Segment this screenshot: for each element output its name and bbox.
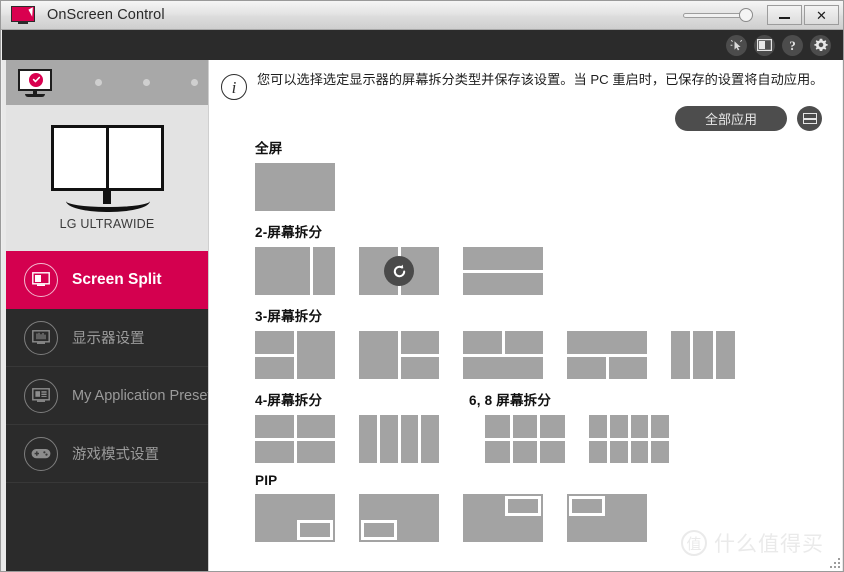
monitor-slot-dot[interactable] [143, 79, 150, 86]
save-icon[interactable] [797, 106, 822, 131]
monitor-selected-icon[interactable] [18, 68, 54, 97]
minimize-button[interactable] [767, 5, 802, 25]
title-bar-controls: ✕ [683, 1, 843, 29]
apply-actions: 全部应用 [209, 106, 842, 131]
layout-option-4split-grid[interactable] [255, 415, 335, 463]
layout-option-pip-top-right[interactable] [463, 494, 543, 542]
screen-split-icon [24, 262, 58, 297]
info-banner: i 您可以选择选定显示器的屏幕拆分类型并保存该设置。当 PC 重启时，已保存的设… [209, 60, 842, 100]
sidebar-item-label: My Application Preset [72, 387, 212, 404]
layout-option-3split-c[interactable] [463, 331, 543, 379]
window-title: OnScreen Control [47, 7, 165, 23]
layout-option-8split-grid[interactable] [589, 415, 669, 463]
info-icon: i [221, 74, 247, 100]
main-content: i 您可以选择选定显示器的屏幕拆分类型并保存该设置。当 PC 重启时，已保存的设… [208, 60, 842, 571]
layout-option-3split-b[interactable] [359, 331, 439, 379]
opacity-slider[interactable] [683, 5, 757, 25]
layout-option-pip-top-left[interactable] [567, 494, 647, 542]
section-title: 2-屏幕拆分 [255, 225, 323, 240]
monitor-settings-icon [24, 320, 58, 355]
section-fullscreen: 全屏 [255, 137, 842, 211]
thumb-row [255, 331, 842, 379]
pointer-capture-icon[interactable] [726, 34, 747, 56]
rotate-icon[interactable] [384, 256, 414, 286]
section-four-and-six-eight-split: 4-屏幕拆分 6, 8 屏幕拆分 [255, 389, 842, 463]
info-text: 您可以选择选定显示器的屏幕拆分类型并保存该设置。当 PC 重启时，已保存的设置将… [257, 72, 824, 87]
layout-option-3split-d[interactable] [567, 331, 647, 379]
gamepad-icon [24, 436, 58, 471]
onscreen-control-window: OnScreen Control ✕ ? LG ULTRAWIDE Screen… [0, 0, 844, 572]
section-three-split: 3-屏幕拆分 [255, 305, 842, 379]
layout-option-6split-grid[interactable] [485, 415, 565, 463]
layout-option-2split-70-30[interactable] [255, 247, 335, 295]
help-icon[interactable]: ? [782, 34, 803, 56]
layout-option-2split-50-50-horizontal[interactable] [463, 247, 543, 295]
layout-option-pip-bottom-left[interactable] [359, 494, 439, 542]
close-button[interactable]: ✕ [804, 5, 839, 25]
sidebar-item-game-mode-settings[interactable]: 游戏模式设置 [6, 425, 208, 483]
section-two-split: 2-屏幕拆分 [255, 221, 842, 295]
settings-gear-icon[interactable] [810, 34, 831, 56]
sidebar-item-monitor-settings[interactable]: 显示器设置 [6, 309, 208, 367]
monitor-slot-dot[interactable] [95, 79, 102, 86]
sidebar-item-label: 显示器设置 [72, 331, 145, 347]
section-title: 4-屏幕拆分 [255, 393, 323, 408]
layout-option-4split-columns[interactable] [359, 415, 439, 463]
layout-option-3split-a[interactable] [255, 331, 335, 379]
layout-option-pip-bottom-right[interactable] [255, 494, 335, 542]
title-bar: OnScreen Control ✕ [1, 1, 843, 30]
screen-split-icon[interactable] [754, 34, 775, 56]
dual-monitor-icon [50, 125, 164, 212]
minimize-icon [779, 17, 790, 19]
layout-gallery: 全屏 2-屏幕拆分 3-屏幕拆分 4-屏幕拆分 6, 8 屏幕拆分 PIP [209, 131, 842, 542]
dual-section-headers: 4-屏幕拆分 6, 8 屏幕拆分 [255, 389, 842, 415]
sidebar-item-label: 游戏模式设置 [72, 447, 159, 463]
section-title: PIP [255, 473, 278, 488]
thumb-row [255, 494, 842, 542]
layout-option-3split-columns[interactable] [671, 331, 735, 379]
section-pip: PIP [255, 473, 842, 542]
thumb-row [255, 415, 842, 463]
layout-option-fullscreen[interactable] [255, 163, 335, 211]
thumb-row [255, 163, 842, 211]
monitor-slot-dot[interactable] [191, 79, 198, 86]
thumb-row [255, 247, 842, 295]
sidebar-item-label: Screen Split [72, 270, 162, 288]
section-title: 3-屏幕拆分 [255, 309, 323, 324]
application-preset-icon [24, 378, 58, 413]
section-title: 6, 8 屏幕拆分 [469, 393, 552, 408]
layout-option-2split-50-50-vertical[interactable] [359, 247, 439, 295]
sidebar: LG ULTRAWIDE Screen Split 显示器设置 My Appli… [2, 60, 212, 571]
section-title: 全屏 [255, 141, 283, 156]
app-logo-icon [11, 5, 37, 25]
monitor-name-label: LG ULTRAWIDE [59, 217, 155, 231]
monitor-preview-panel: LG ULTRAWIDE [6, 105, 208, 251]
resize-grip[interactable] [828, 556, 840, 568]
slider-knob[interactable] [739, 8, 753, 22]
monitor-selector-strip [6, 60, 208, 105]
top-toolbar: ? [2, 30, 843, 60]
sidebar-item-screen-split[interactable]: Screen Split [6, 251, 208, 309]
apply-all-button[interactable]: 全部应用 [675, 106, 787, 131]
sidebar-item-my-application-preset[interactable]: My Application Preset [6, 367, 212, 425]
